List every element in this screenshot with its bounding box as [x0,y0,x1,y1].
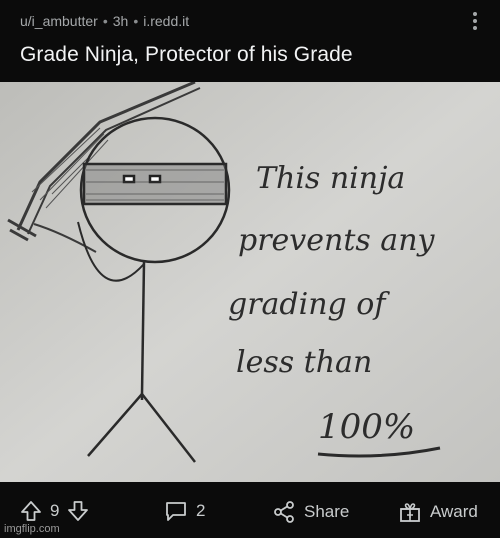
post-domain[interactable]: i.redd.it [143,13,189,29]
drawing-line-5: 100% [318,407,415,447]
comment-count: 2 [196,501,206,520]
award-button[interactable]: Award [398,500,478,524]
author-link[interactable]: u/i_ambutter [20,13,98,29]
drawing-line-2: prevents any [238,223,436,258]
gift-icon [400,503,420,522]
vote-group: 9 [20,500,89,522]
drawing-line-3: grading of [228,287,390,322]
drawing-line-4: less than [236,345,372,380]
vote-count: 9 [50,501,60,520]
downvote-arrow-icon[interactable] [67,500,89,522]
post-action-bar: 9 2 Share Award imgflip.com [0,482,500,538]
share-icon [274,501,294,523]
post-time: 3h [112,13,129,29]
watermark-text: imgflip.com [4,523,60,535]
share-button[interactable]: Share [272,500,349,524]
drawing-line-1: This ninja [256,161,405,196]
more-options-icon[interactable] [472,12,478,32]
post-meta: u/i_ambutter • 3h • i.redd.it [20,13,189,29]
share-label: Share [304,502,350,521]
award-label: Award [430,502,478,521]
post-image[interactable]: This ninja prevents any grading of less … [0,82,500,482]
separator-dot: • [133,13,139,29]
post-header: u/i_ambutter • 3h • i.redd.it Grade Ninj… [0,0,500,80]
ninja-drawing: This ninja prevents any grading of less … [0,82,500,482]
upvote-arrow-icon[interactable] [20,500,42,522]
comments-button[interactable]: 2 [164,500,205,522]
separator-dot: • [102,13,108,29]
comment-bubble-icon [166,502,186,521]
post-title[interactable]: Grade Ninja, Protector of his Grade [20,43,353,67]
